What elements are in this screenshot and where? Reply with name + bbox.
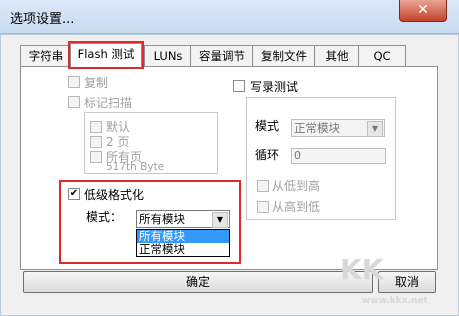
chevron-down-icon: ▼ [212, 212, 228, 228]
default-checkbox[interactable] [90, 121, 102, 133]
tab-label: QC [373, 49, 391, 63]
highlight-tab [68, 41, 144, 69]
window-title: 选项设置... [10, 12, 75, 27]
chevron-down-icon: ▼ [367, 121, 383, 137]
low-format-label: 低级格式化 [84, 188, 145, 202]
high-to-low-label: 从高到低 [272, 200, 321, 214]
write-mode-select[interactable]: 正常模块 ▼ [291, 119, 385, 137]
watermark-logo: KK [340, 253, 384, 286]
mode-option[interactable]: 正常模块 [137, 243, 229, 256]
check-icon: ✔ [69, 188, 79, 199]
mode-select-value: 所有模块 [139, 212, 185, 226]
write-mode-label: 模式 [255, 119, 280, 133]
high-to-low-checkbox[interactable] [257, 201, 269, 213]
mode-label: 模式： [86, 210, 123, 224]
tab-luns[interactable]: LUNs [144, 45, 192, 68]
mode-dropdown: 所有模块 正常模块 [136, 229, 230, 257]
low-to-high-checkbox[interactable] [257, 180, 269, 192]
write-test-checkbox[interactable] [233, 80, 245, 92]
tab-label: 容量调节 [199, 49, 245, 63]
copy-label: 复制 [84, 76, 109, 90]
tab-label: 复制文件 [261, 49, 307, 63]
all-pages-checkbox[interactable] [90, 151, 102, 163]
loop-label: 循环 [255, 148, 280, 162]
tab-label: 字符串 [28, 49, 64, 63]
tab-qc[interactable]: QC [358, 45, 406, 68]
tab-other[interactable]: 其他 [314, 45, 360, 68]
close-button[interactable]: ✕ [399, 0, 447, 22]
write-mode-value: 正常模块 [294, 121, 340, 135]
mark-scan-checkbox[interactable] [68, 96, 80, 108]
two-pages-checkbox[interactable] [90, 136, 102, 148]
tab-label: LUNs [153, 49, 183, 63]
loop-input[interactable]: 0 [291, 148, 386, 164]
tab-strings[interactable]: 字符串 [20, 45, 72, 68]
tab-copy-files[interactable]: 复制文件 [252, 45, 316, 68]
byte-label: 517th Byte [106, 161, 165, 173]
mark-scan-label: 标记扫描 [84, 96, 133, 110]
close-icon: ✕ [417, 2, 429, 18]
copy-checkbox[interactable] [68, 76, 80, 88]
write-test-label: 写录测试 [250, 80, 299, 94]
mode-select[interactable]: 所有模块 ▼ [136, 210, 230, 228]
watermark-url: www.kkx.net [362, 296, 428, 306]
tab-capacity[interactable]: 容量调节 [190, 45, 254, 68]
low-to-high-label: 从低到高 [272, 179, 321, 193]
low-format-checkbox[interactable]: ✔ [68, 188, 80, 200]
cancel-button[interactable]: 取消 [378, 271, 436, 293]
tab-label: 其他 [325, 49, 349, 63]
ok-button[interactable]: 确定 [23, 271, 373, 293]
